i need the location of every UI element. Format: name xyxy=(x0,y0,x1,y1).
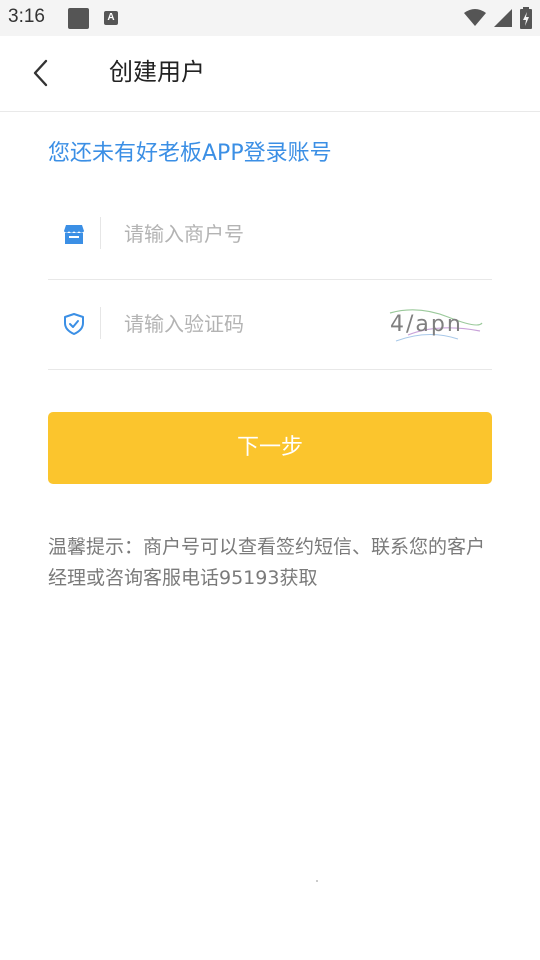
field-divider xyxy=(100,307,101,339)
page-title: 创建用户 xyxy=(109,58,205,86)
tip-text: 温馨提示：商户号可以查看签约短信、联系您的客户经理或咨询客服电话95193获取 xyxy=(48,536,486,589)
field-divider xyxy=(100,217,101,249)
cell-signal-icon xyxy=(494,9,512,27)
chevron-left-icon xyxy=(33,59,48,87)
captcha-text: 4/apn xyxy=(390,312,463,337)
captcha-field: 4/apn xyxy=(48,279,492,370)
captcha-image[interactable]: 4/apn xyxy=(388,301,484,345)
status-time: 3:16 xyxy=(8,6,45,27)
wifi-icon xyxy=(464,9,486,26)
merchant-field xyxy=(48,189,492,280)
status-bar: 3:16 A xyxy=(0,0,540,36)
next-step-button[interactable]: 下一步 xyxy=(48,412,492,484)
account-notice: 您还未有好老板APP登录账号 xyxy=(48,141,332,166)
back-button[interactable] xyxy=(20,52,62,94)
status-right-icons xyxy=(464,6,532,30)
app-header: 创建用户 xyxy=(0,36,540,112)
battery-charging-icon xyxy=(520,7,532,29)
decorative-dot xyxy=(316,880,318,882)
captcha-input[interactable] xyxy=(124,305,374,343)
square-notification-icon xyxy=(68,8,89,29)
shield-check-icon xyxy=(64,313,84,335)
a-notification-icon: A xyxy=(104,11,118,25)
store-icon xyxy=(63,225,85,244)
merchant-number-input[interactable] xyxy=(124,215,374,253)
